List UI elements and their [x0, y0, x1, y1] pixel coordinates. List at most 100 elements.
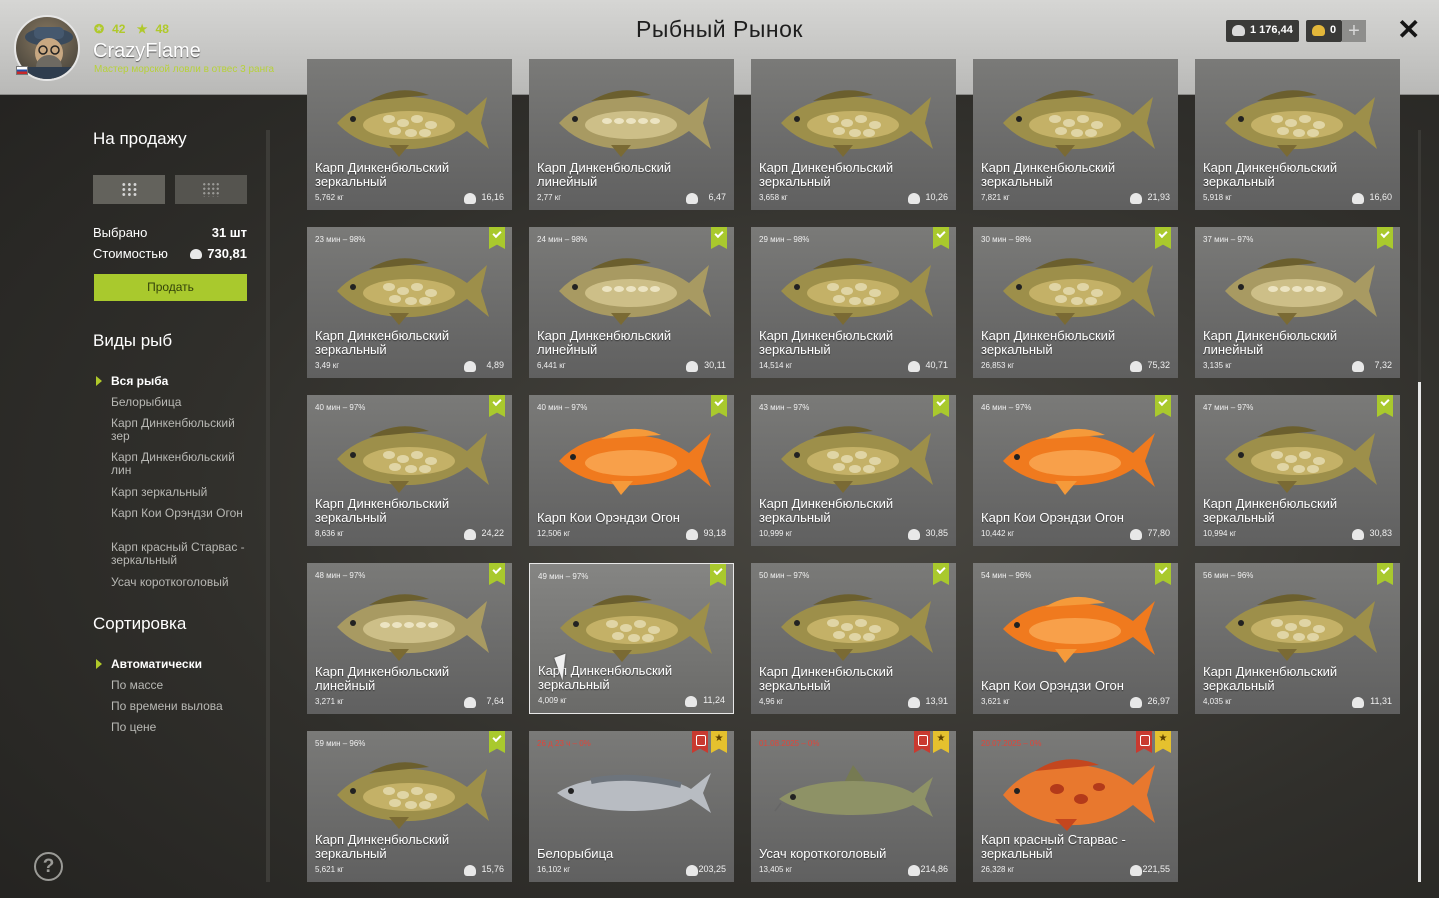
catch-time: 23 мин – 98% — [315, 235, 366, 244]
fish-price: 16,16 — [481, 192, 504, 202]
selected-check-icon[interactable] — [489, 395, 505, 417]
sidebar-divider — [266, 130, 270, 882]
fish-name: Карп Динкенбюльский зеркальный — [315, 160, 450, 189]
sort-option[interactable]: По времени вылова — [111, 700, 256, 713]
catch-time: 40 мин – 97% — [537, 403, 588, 412]
coin-icon — [190, 249, 203, 259]
add-gold-button[interactable]: + — [1342, 20, 1366, 42]
fish-card[interactable]: 43 мин – 97% Карп Динкенбюльский зеркальн… — [751, 395, 956, 546]
catch-time: 37 мин – 97% — [1203, 235, 1254, 244]
fish-card[interactable]: Карп Динкенбюльский зеркальный 5,918 кг 16… — [1195, 59, 1400, 210]
fish-card[interactable]: 49 мин – 97% Карп Динкенбюльский зеркальн… — [529, 563, 734, 714]
fish-card[interactable]: Карп Динкенбюльский линейный 2,77 кг 6,47 — [529, 59, 734, 210]
selected-check-icon[interactable] — [1377, 395, 1393, 417]
fish-card[interactable]: 59 мин – 96% Карп Динкенбюльский зеркальн… — [307, 731, 512, 882]
silver-coin-icon — [1232, 25, 1245, 36]
species-filter-item[interactable]: Белорыбица — [111, 396, 256, 409]
species-filter-item[interactable]: Карп зеркальный — [111, 486, 256, 499]
catch-time: 26 д 23 ч – 0% — [537, 739, 591, 748]
fish-price: 40,71 — [925, 360, 948, 370]
fish-card[interactable]: 50 мин – 97% Карп Динкенбюльский зеркальн… — [751, 563, 956, 714]
fish-weight: 26,328 кг — [981, 865, 1015, 874]
fish-card[interactable]: 40 мин – 97% Карп Кои Орэндзи Огон 12,506 … — [529, 395, 734, 546]
fish-price: 21,93 — [1147, 192, 1170, 202]
fish-card[interactable]: 54 мин – 96% Карп Кои Орэндзи Огон 3,621 к… — [973, 563, 1178, 714]
selected-check-icon[interactable] — [711, 395, 727, 417]
fish-card[interactable]: 20.07.2025 – 0% ★ Карп красный Старвас - з… — [973, 731, 1178, 882]
fish-card[interactable]: 56 мин – 96% Карп Динкенбюльский зеркальн… — [1195, 563, 1400, 714]
fish-card[interactable]: Карп Динкенбюльский зеркальный 3,658 кг 10… — [751, 59, 956, 210]
fish-weight: 3,135 кг — [1203, 361, 1232, 370]
fish-weight: 10,442 кг — [981, 529, 1015, 538]
fish-card[interactable]: 26 д 23 ч – 0% ★ Белорыбица 16,102 кг 203,25 — [529, 731, 734, 882]
fish-card[interactable]: Карп Динкенбюльский зеркальный 7,821 кг 21… — [973, 59, 1178, 210]
sort-option[interactable]: Автоматически — [111, 658, 256, 671]
scrollbar-thumb[interactable] — [1418, 382, 1421, 882]
selected-check-icon[interactable] — [1155, 395, 1171, 417]
selected-check-icon[interactable] — [489, 227, 505, 249]
help-icon[interactable]: ? — [34, 852, 63, 881]
grid-large-icon — [121, 182, 138, 197]
selected-check-icon[interactable] — [933, 395, 949, 417]
fish-weight: 5,621 кг — [315, 865, 344, 874]
selected-check-icon[interactable] — [711, 227, 727, 249]
fish-weight: 5,918 кг — [1203, 193, 1232, 202]
fish-price: 6,47 — [708, 192, 726, 202]
fish-card[interactable]: 37 мин – 97% Карп Динкенбюльский линейный… — [1195, 227, 1400, 378]
fish-card[interactable]: Карп Динкенбюльский зеркальный 5,762 кг 16… — [307, 59, 512, 210]
active-filter-arrow-icon — [96, 376, 102, 386]
fish-card[interactable]: 48 мин – 97% Карп Динкенбюльский линейный… — [307, 563, 512, 714]
trophy-lock-icon — [692, 731, 708, 753]
selected-check-icon[interactable] — [933, 227, 949, 249]
fish-name: Карп Динкенбюльский зеркальный — [759, 496, 894, 525]
fish-price: 30,83 — [1369, 528, 1392, 538]
fish-name: Карп Динкенбюльский зеркальный — [759, 160, 894, 189]
catch-time: 01.08.2025 – 0% — [759, 739, 820, 748]
close-icon[interactable]: ✕ — [1397, 14, 1420, 46]
catch-time: 48 мин – 97% — [315, 571, 366, 580]
selected-check-icon[interactable] — [1155, 227, 1171, 249]
coin-icon — [908, 361, 920, 372]
selected-check-icon[interactable] — [1155, 563, 1171, 585]
selected-check-icon[interactable] — [710, 564, 726, 586]
view-large-grid-button[interactable] — [93, 175, 165, 204]
species-filter-item[interactable]: Карп красный Старвас - зеркальный — [111, 541, 256, 567]
gold-coin-icon — [1312, 25, 1325, 36]
sell-button[interactable]: Продать — [94, 274, 247, 301]
fish-weight: 16,102 кг — [537, 865, 571, 874]
coin-icon — [1130, 193, 1142, 204]
fish-card[interactable]: 30 мин – 98% Карп Динкенбюльский зеркальн… — [973, 227, 1178, 378]
species-filter-item[interactable]: Карп Динкенбюльский лин — [111, 451, 256, 477]
fish-card[interactable]: 46 мин – 97% Карп Кои Орэндзи Огон 10,442 … — [973, 395, 1178, 546]
fish-price: 11,24 — [703, 695, 725, 705]
sort-option[interactable]: По массе — [111, 679, 256, 692]
fish-card[interactable]: 23 мин – 98% Карп Динкенбюльский зеркальн… — [307, 227, 512, 378]
fish-card[interactable]: 40 мин – 97% Карп Динкенбюльский зеркальн… — [307, 395, 512, 546]
selected-check-icon[interactable] — [1377, 563, 1393, 585]
fish-card[interactable]: 01.08.2025 – 0% ★ Усач короткоголовый 13,40… — [751, 731, 956, 882]
fish-price: 7,64 — [486, 696, 504, 706]
fish-price: 203,25 — [698, 864, 726, 874]
sort-option[interactable]: По цене — [111, 721, 256, 734]
fish-price: 26,97 — [1147, 696, 1170, 706]
selected-check-icon[interactable] — [1377, 227, 1393, 249]
coin-icon — [464, 193, 476, 204]
species-filter-item[interactable]: Карп Динкенбюльский зер — [111, 417, 256, 443]
view-small-grid-button[interactable] — [175, 175, 247, 204]
selected-check-icon[interactable] — [933, 563, 949, 585]
fish-card[interactable]: 24 мин – 98% Карп Динкенбюльский линейный… — [529, 227, 734, 378]
species-filter-item[interactable]: Усач короткоголовый — [111, 576, 256, 589]
sort-heading: Сортировка — [93, 614, 187, 633]
gold-value: 0 — [1330, 24, 1337, 36]
fish-card[interactable]: 47 мин – 97% Карп Динкенбюльский зеркальн… — [1195, 395, 1400, 546]
species-filter-item[interactable]: Вся рыба — [111, 375, 256, 388]
selected-check-icon[interactable] — [489, 563, 505, 585]
fish-name: Карп Динкенбюльский линейный — [315, 664, 450, 693]
species-filter-item[interactable]: Карп Кои Орэндзи Огон — [111, 507, 256, 520]
fish-name: Карп Кои Орэндзи Огон — [981, 510, 1124, 525]
fish-price: 30,11 — [704, 360, 726, 370]
selected-check-icon[interactable] — [489, 731, 505, 753]
fish-card[interactable]: 29 мин – 98% Карп Динкенбюльский зеркальн… — [751, 227, 956, 378]
fish-weight: 8,636 кг — [315, 529, 344, 538]
coin-icon — [1130, 865, 1142, 876]
